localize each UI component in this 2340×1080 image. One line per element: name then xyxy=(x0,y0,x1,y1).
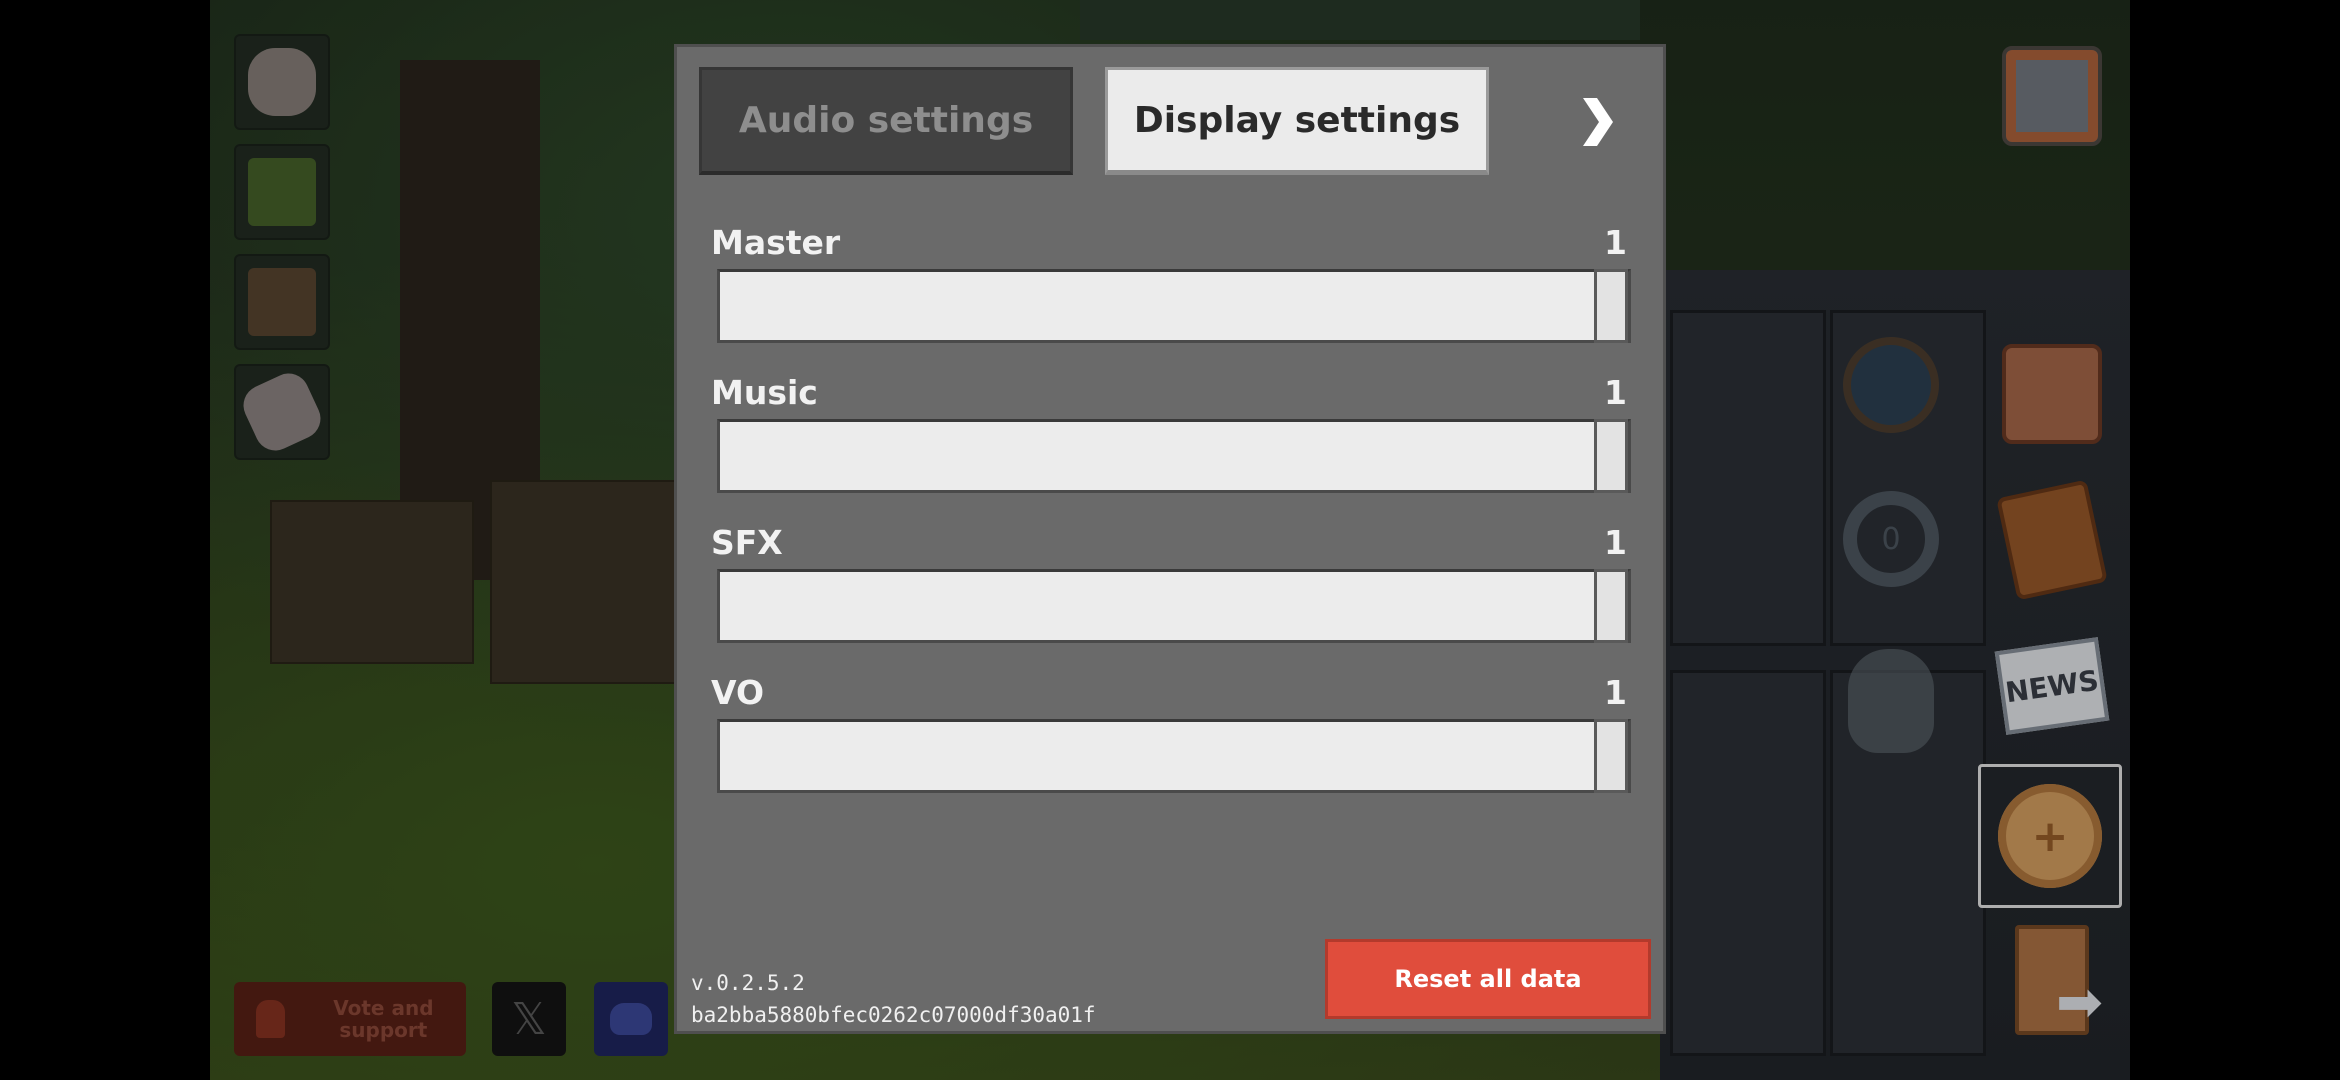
music-label: Music xyxy=(711,373,818,412)
slider-fill xyxy=(720,572,1594,640)
slider-fill xyxy=(720,722,1594,790)
build-hash: ba2bba5880bfec0262c07000df30a01f xyxy=(691,1003,1096,1027)
slider-handle[interactable] xyxy=(1594,719,1628,793)
reset-all-data-button[interactable]: Reset all data xyxy=(1325,939,1651,1019)
sfx-value: 1 xyxy=(1604,523,1627,562)
master-volume-slider[interactable] xyxy=(717,269,1631,343)
sfx-label: SFX xyxy=(711,523,783,562)
next-tab-button[interactable] xyxy=(1567,87,1627,157)
version-number: v.0.2.5.2 xyxy=(691,971,805,995)
master-value: 1 xyxy=(1604,223,1627,262)
chevron-right-icon xyxy=(1583,98,1613,146)
master-label: Master xyxy=(711,223,841,262)
slider-handle[interactable] xyxy=(1594,419,1628,493)
music-value: 1 xyxy=(1604,373,1627,412)
slider-fill xyxy=(720,422,1594,490)
tab-display-settings[interactable]: Display settings xyxy=(1105,67,1489,175)
tab-audio-settings[interactable]: Audio settings xyxy=(699,67,1073,175)
vo-value: 1 xyxy=(1604,673,1627,712)
slider-handle[interactable] xyxy=(1594,269,1628,343)
slider-fill xyxy=(720,272,1594,340)
sfx-volume-slider[interactable] xyxy=(717,569,1631,643)
version-info: v.0.2.5.2 ba2bba5880bfec0262c07000df30a0… xyxy=(691,967,1096,1031)
settings-panel: Audio settings Display settings Master 1… xyxy=(674,44,1666,1034)
slider-handle[interactable] xyxy=(1594,569,1628,643)
vo-volume-slider[interactable] xyxy=(717,719,1631,793)
music-volume-slider[interactable] xyxy=(717,419,1631,493)
vo-label: VO xyxy=(711,673,765,712)
